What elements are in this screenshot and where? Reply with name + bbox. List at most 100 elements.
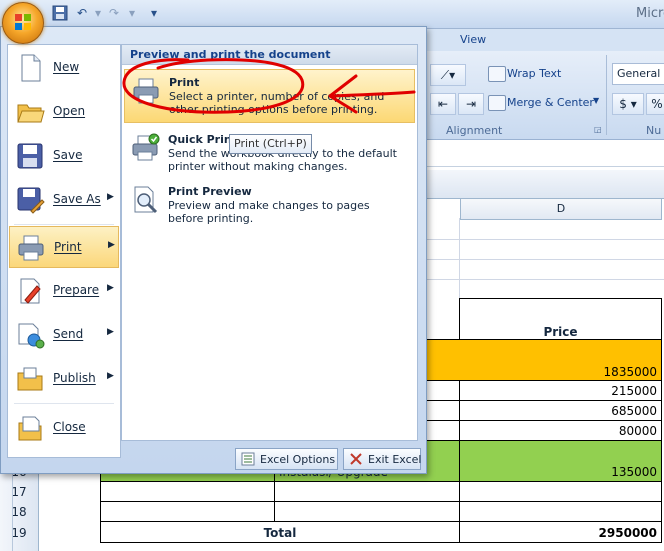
print-tooltip: Print (Ctrl+P): [229, 134, 312, 154]
menu-item-save-as[interactable]: Save As ▶: [9, 179, 119, 221]
excel-options-label: Excel Options: [260, 453, 336, 466]
office-menu-commands: New Open Save Save As ▶ Print ▶ Prepare …: [7, 44, 121, 458]
table-cell[interactable]: [459, 501, 662, 522]
redo-icon[interactable]: ↷: [106, 5, 122, 21]
office-logo-icon: [15, 14, 31, 30]
quick-print-icon: [132, 133, 160, 161]
save-disk-icon: [17, 143, 43, 169]
gridline: [420, 279, 664, 280]
table-cell[interactable]: [100, 481, 275, 502]
submenu-item-print[interactable]: Print Select a printer, number of copies…: [124, 69, 415, 123]
total-label-cell[interactable]: Total: [100, 521, 460, 543]
table-cell[interactable]: [274, 481, 460, 502]
price-header-cell[interactable]: Price: [459, 298, 662, 340]
percent-button[interactable]: %: [646, 93, 664, 115]
table-cell[interactable]: [274, 501, 460, 522]
price-cell[interactable]: 80000: [459, 420, 662, 441]
office-button[interactable]: [2, 2, 44, 44]
menu-item-print[interactable]: Print ▶: [9, 226, 119, 268]
menu-item-new[interactable]: New: [9, 47, 119, 89]
submenu-item-description: Select a printer, number of copies, and …: [169, 90, 385, 116]
menu-item-label: Save: [53, 148, 83, 162]
table-cell[interactable]: [100, 501, 275, 522]
submenu-item-description: Preview and make changes to pages before…: [168, 199, 370, 225]
prepare-icon: [20, 278, 41, 304]
price-cell[interactable]: 685000: [459, 400, 662, 421]
menu-item-label: Send: [53, 327, 84, 341]
menu-item-label: Close: [53, 420, 86, 434]
wrap-text-icon: [488, 66, 506, 82]
menu-separator: [14, 224, 114, 225]
row-number[interactable]: 17: [0, 485, 38, 499]
submenu-arrow-icon: ▶: [107, 192, 114, 202]
increase-indent-button[interactable]: ⇥: [458, 93, 484, 115]
print-submenu: Preview and print the document Print Sel…: [121, 44, 418, 441]
menu-item-prepare[interactable]: Prepare ▶: [9, 270, 119, 312]
undo-icon[interactable]: ↶: [74, 5, 90, 21]
menu-item-send[interactable]: Send ▶: [9, 314, 119, 356]
submenu-item-title: Quick Print: [168, 133, 237, 146]
menu-item-save[interactable]: Save: [9, 135, 119, 177]
submenu-item-title: Print: [169, 76, 200, 89]
alignment-launcher-icon[interactable]: ◲: [594, 125, 602, 134]
currency-button[interactable]: $ ▾: [612, 93, 644, 115]
print-preview-icon: [134, 186, 158, 214]
printer-icon: [18, 235, 44, 261]
publish-icon: [17, 367, 43, 391]
menu-separator: [14, 403, 114, 404]
new-document-icon: [21, 54, 41, 82]
title-bar: ↶ ▾ ↷ ▾ ▾ Micro: [0, 0, 664, 29]
excel-options-button[interactable]: Excel Options: [235, 448, 338, 470]
row-number[interactable]: 19: [0, 526, 38, 540]
orientation-button[interactable]: ⟋▾: [430, 64, 466, 86]
menu-item-open[interactable]: Open: [9, 91, 119, 133]
submenu-arrow-icon: ▶: [107, 283, 114, 293]
price-cell[interactable]: 215000: [459, 380, 662, 401]
tab-view[interactable]: View: [460, 33, 486, 46]
exit-excel-button[interactable]: Exit Excel: [343, 448, 421, 470]
menu-item-label: Print: [54, 240, 82, 254]
menu-item-label: New: [53, 60, 80, 74]
decrease-indent-button[interactable]: ⇤: [430, 93, 456, 115]
open-folder-icon: [17, 104, 45, 123]
group-divider: [606, 55, 607, 135]
submenu-arrow-icon: ▶: [107, 327, 114, 337]
send-icon: [18, 323, 45, 349]
row-number[interactable]: 18: [0, 505, 38, 519]
table-cell[interactable]: [459, 481, 662, 502]
window-title: Micro: [636, 6, 664, 21]
menu-item-close[interactable]: Close: [9, 407, 119, 449]
total-value-cell[interactable]: 2950000: [459, 521, 662, 543]
number-format-select[interactable]: General: [612, 63, 664, 85]
wrap-text-button[interactable]: Wrap Text: [507, 67, 561, 80]
submenu-item-print-preview[interactable]: Print Preview Preview and make changes t…: [124, 179, 415, 229]
merge-dropdown-icon[interactable]: ▼: [593, 96, 599, 105]
save-as-icon: [17, 187, 45, 214]
merge-center-button[interactable]: Merge & Center: [507, 96, 594, 109]
formula-bar[interactable]: [420, 140, 664, 167]
menu-item-label: Save As: [53, 192, 101, 206]
gridline: [459, 218, 460, 298]
gridline: [420, 259, 664, 260]
price-cell[interactable]: 1835000: [459, 339, 662, 381]
submenu-heading: Preview and print the document: [122, 45, 417, 65]
number-group-label: Nu: [646, 124, 662, 137]
merge-center-icon: [488, 95, 506, 111]
exit-excel-label: Exit Excel: [368, 453, 422, 466]
alignment-group-label: Alignment: [446, 124, 503, 137]
printer-icon: [133, 78, 159, 104]
price-cell[interactable]: 135000: [459, 440, 662, 482]
currency-symbol: $: [619, 97, 627, 111]
menu-item-label: Prepare: [53, 283, 100, 297]
column-header-row: [420, 170, 664, 199]
save-icon[interactable]: [52, 5, 68, 21]
menu-item-label: Publish: [53, 371, 96, 385]
undo-dropdown-icon[interactable]: ▾: [90, 5, 106, 21]
submenu-item-title: Print Preview: [168, 185, 252, 198]
column-header-d[interactable]: D: [460, 198, 662, 220]
redo-dropdown-icon[interactable]: ▾: [124, 5, 140, 21]
exit-icon: [350, 453, 362, 465]
excel-options-icon: [241, 452, 255, 466]
menu-item-publish[interactable]: Publish ▶: [9, 358, 119, 400]
customize-qat-icon[interactable]: ▾: [146, 5, 162, 21]
